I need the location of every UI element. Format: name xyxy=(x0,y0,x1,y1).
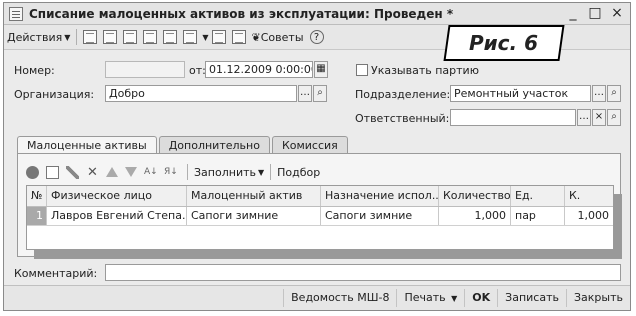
date-field[interactable]: 01.12.2009 0:00:00 xyxy=(205,61,313,78)
select-button[interactable]: Подбор xyxy=(274,162,323,182)
tips-icon: ❦ xyxy=(251,30,261,44)
close-button[interactable]: Закрыть xyxy=(566,289,630,307)
fill-menu[interactable]: Заполнить ▼ xyxy=(191,162,267,182)
column-header[interactable]: Малоценный актив xyxy=(187,186,321,206)
tab-commission[interactable]: Комиссия xyxy=(271,136,348,153)
figure-label: Рис. 6 xyxy=(469,31,539,55)
sort-descending-icon[interactable]: Я↓ xyxy=(164,166,178,179)
table-toolbar: ✕ A↓ Я↓ Заполнить ▼ Подбор xyxy=(26,162,622,259)
quantity-cell[interactable]: 1,000 xyxy=(439,207,511,225)
table-header: № Физическое лицо Малоценный актив Назна… xyxy=(27,186,613,207)
organization-field[interactable]: Добро xyxy=(105,85,297,102)
responsible-label: Ответственный: xyxy=(355,112,450,125)
help-icon[interactable]: ? xyxy=(309,30,324,44)
sort-ascending-icon[interactable]: A↓ xyxy=(144,166,158,179)
column-header[interactable]: К. xyxy=(565,186,613,206)
comment-field[interactable] xyxy=(105,264,621,281)
title-bar: Списание малоценных активов из эксплуата… xyxy=(4,3,630,25)
open-search-icon[interactable]: ⌕ xyxy=(607,85,621,102)
select-ellipsis-icon[interactable]: … xyxy=(577,109,591,126)
separator xyxy=(187,164,188,180)
tips-button[interactable]: ❦ Советы ? xyxy=(249,27,327,47)
specify-batch-label: Указывать партию xyxy=(371,64,479,77)
print-label: Печать xyxy=(404,291,446,304)
window-title: Списание малоценных активов из эксплуата… xyxy=(29,6,454,21)
number-field[interactable] xyxy=(105,61,185,78)
create-based-on-icon[interactable] xyxy=(183,30,198,44)
document-window: Списание малоценных активов из эксплуата… xyxy=(3,2,631,311)
unpost-icon[interactable] xyxy=(103,30,118,44)
table-row[interactable]: 1 Лавров Евгений Степа... Сапоги зимние … xyxy=(27,207,613,226)
unit-cell[interactable]: пар xyxy=(511,207,565,225)
comment-label: Комментарий: xyxy=(14,267,98,280)
column-header[interactable]: Назначение испол... xyxy=(321,186,439,206)
move-up-icon[interactable] xyxy=(106,167,118,177)
post-icon[interactable] xyxy=(83,30,98,44)
minimize-button[interactable]: _ xyxy=(566,5,580,21)
specify-batch-checkbox[interactable] xyxy=(356,64,368,76)
edit-movements-icon[interactable] xyxy=(231,30,246,44)
fill-label: Заполнить xyxy=(194,165,256,179)
maximize-button[interactable]: □ xyxy=(588,5,602,21)
person-cell[interactable]: Лавров Евгений Степа... xyxy=(47,207,187,225)
caret-down-icon: ▼ xyxy=(257,167,265,177)
separator xyxy=(270,164,272,180)
column-header[interactable]: Ед. xyxy=(511,186,565,206)
structure-icon[interactable] xyxy=(143,30,158,44)
organization-label: Организация: xyxy=(14,88,95,101)
select-ellipsis-icon[interactable]: … xyxy=(298,85,312,102)
subdivision-field[interactable]: Ремонтный участок xyxy=(450,85,591,102)
tab-additional[interactable]: Дополнительно xyxy=(158,136,270,153)
number-label: Номер: xyxy=(14,64,55,77)
figure-label-box: Рис. 6 xyxy=(443,25,565,61)
close-window-button[interactable]: × xyxy=(610,5,624,21)
subdivision-label: Подразделение: xyxy=(355,88,451,101)
journal-icon[interactable] xyxy=(163,30,178,44)
edit-icon[interactable] xyxy=(66,165,79,179)
row-number: 1 xyxy=(27,207,47,225)
footer-bar: Ведомость МШ-8 Печать ▼ OK Записать Закр… xyxy=(4,285,630,310)
tab-low-value-assets[interactable]: Малоценные активы xyxy=(17,136,157,154)
copy-row-icon[interactable] xyxy=(46,165,59,179)
ok-button[interactable]: OK xyxy=(464,289,497,307)
delete-icon[interactable]: ✕ xyxy=(86,166,99,179)
caret-down-icon: ▼ xyxy=(451,294,458,303)
movements-icon[interactable] xyxy=(211,30,226,44)
copy-icon[interactable] xyxy=(123,30,138,44)
save-button[interactable]: Записать xyxy=(497,289,566,307)
actions-label: Действия xyxy=(7,30,63,44)
coefficient-cell[interactable]: 1,000 xyxy=(565,207,613,225)
document-icon xyxy=(9,6,23,21)
report-msh8-button[interactable]: Ведомость МШ-8 xyxy=(283,289,396,307)
tips-label: Советы xyxy=(260,30,304,44)
tab-panel: ✕ A↓ Я↓ Заполнить ▼ Подбор № Физическое … xyxy=(17,153,622,259)
caret-down-icon: ▼ xyxy=(64,32,71,42)
column-header[interactable]: Физическое лицо xyxy=(47,186,187,206)
date-label: от: xyxy=(189,64,206,77)
open-search-icon[interactable]: ⌕ xyxy=(607,109,621,126)
column-header[interactable]: № xyxy=(27,186,47,206)
tab-strip: Малоценные активы Дополнительно Комиссия xyxy=(17,136,350,154)
purpose-cell[interactable]: Сапоги зимние xyxy=(321,207,439,225)
separator xyxy=(76,29,78,45)
column-header[interactable]: Количество xyxy=(439,186,511,206)
responsible-field[interactable] xyxy=(450,109,576,126)
assets-table: № Физическое лицо Малоценный актив Назна… xyxy=(26,185,614,250)
clear-icon[interactable]: × xyxy=(592,109,606,126)
open-search-icon[interactable]: ⌕ xyxy=(313,85,327,102)
move-down-icon[interactable] xyxy=(125,167,137,177)
print-menu[interactable]: Печать ▼ xyxy=(396,289,464,307)
caret-down-icon[interactable]: ▼ xyxy=(202,33,208,42)
select-ellipsis-icon[interactable]: … xyxy=(592,85,606,102)
actions-menu[interactable]: Действия ▼ xyxy=(4,27,73,47)
add-icon[interactable] xyxy=(26,165,39,179)
calendar-icon[interactable]: ▦ xyxy=(314,61,328,78)
asset-cell[interactable]: Сапоги зимние xyxy=(187,207,321,225)
